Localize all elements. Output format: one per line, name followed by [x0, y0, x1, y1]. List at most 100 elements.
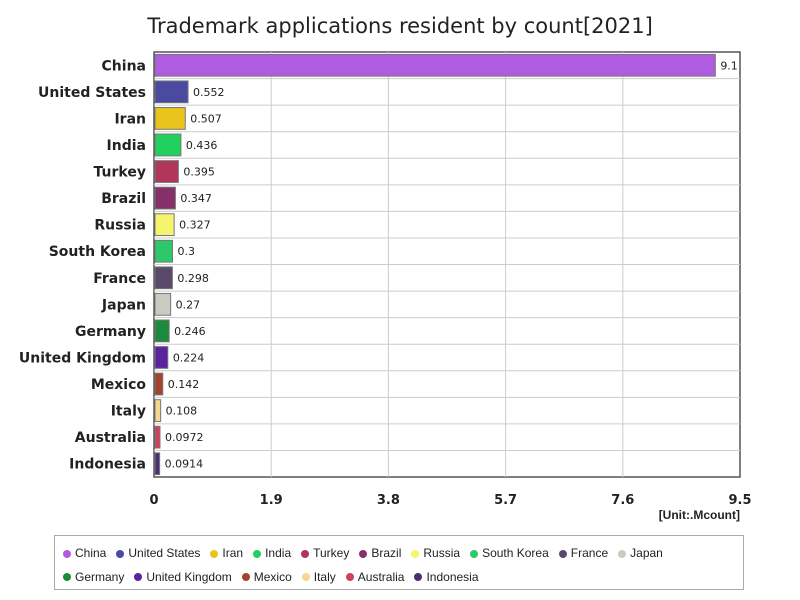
legend-item[interactable]: Indonesia: [414, 566, 479, 590]
value-label: 0.327: [179, 219, 211, 232]
legend-item[interactable]: Italy: [301, 566, 336, 590]
bar: [154, 53, 716, 77]
legend-label: United States: [128, 546, 201, 561]
legend-label: Turkey: [313, 546, 350, 561]
legend: China United States Iran India Turkey Brazil R…: [54, 535, 744, 590]
legend-label: Italy: [313, 569, 336, 584]
legend-label: Indonesia: [426, 569, 479, 584]
legend-item[interactable]: Turkey: [301, 542, 349, 566]
legend-label: Iran: [222, 546, 244, 561]
category-label: Germany: [75, 324, 146, 340]
category-label: South Korea: [49, 244, 146, 260]
value-label: 0.298: [177, 272, 209, 285]
bar: [154, 372, 164, 396]
value-label: 0.436: [186, 139, 218, 152]
bar: [154, 425, 161, 449]
legend-item[interactable]: South Korea: [470, 542, 549, 566]
legend-label: United Kingdom: [146, 569, 232, 584]
legend-swatch: [210, 549, 219, 558]
bar: [154, 399, 162, 422]
value-label: 0.224: [173, 351, 205, 364]
category-label: Mexico: [91, 377, 147, 393]
legend-label: China: [75, 546, 107, 561]
legend-swatch: [63, 573, 71, 582]
x-tick-label: 9.5: [728, 493, 751, 508]
category-label: France: [93, 271, 146, 287]
value-label: 0.552: [193, 86, 225, 99]
legend-label: Germany: [75, 569, 125, 584]
bar: [154, 160, 179, 183]
category-label: Japan: [101, 297, 146, 313]
legend-item[interactable]: Iran: [210, 542, 243, 566]
value-label: 0.0972: [165, 431, 204, 444]
value-label: 0.142: [168, 378, 200, 391]
legend-swatch: [241, 573, 250, 582]
legend-item[interactable]: India: [253, 542, 291, 566]
bar: [154, 213, 175, 237]
category-label: China: [102, 58, 146, 74]
legend-item[interactable]: Russia: [411, 542, 460, 566]
legend-swatch: [618, 549, 627, 558]
x-tick-label: 5.7: [494, 493, 517, 508]
legend-swatch: [470, 549, 479, 558]
bar: [154, 319, 170, 343]
legend-item[interactable]: France: [558, 542, 609, 566]
bar: [154, 346, 169, 369]
legend-label: Australia: [357, 569, 405, 584]
unit-label: [Unit:.Mcount]: [658, 508, 740, 522]
value-label: 0.27: [176, 298, 201, 311]
legend-item[interactable]: Japan: [618, 542, 663, 566]
legend-label: India: [265, 546, 292, 561]
category-label: United Kingdom: [19, 350, 146, 366]
bar: [154, 239, 174, 263]
legend-swatch: [411, 549, 420, 558]
legend-swatch: [253, 549, 262, 558]
value-label: 0.3: [178, 245, 196, 258]
category-label: Russia: [94, 218, 146, 234]
bar: [154, 452, 161, 476]
category-label: Italy: [111, 404, 146, 420]
grid-layer: [153, 51, 741, 478]
value-label: 0.0914: [165, 458, 204, 471]
value-label: 0.246: [174, 325, 206, 338]
legend-swatch: [359, 549, 368, 558]
value-label: 0.395: [183, 166, 215, 179]
category-label: Turkey: [94, 165, 146, 181]
legend-item[interactable]: Brazil: [359, 542, 401, 566]
legend-swatch: [116, 549, 125, 558]
value-label: 0.507: [190, 112, 222, 125]
legend-swatch: [558, 549, 567, 558]
category-label: United States: [38, 85, 146, 101]
category-label: Australia: [75, 430, 146, 446]
value-label: 0.108: [166, 405, 198, 418]
legend-item[interactable]: China: [63, 542, 106, 566]
legend-swatch: [301, 549, 310, 558]
bar: [154, 80, 189, 104]
legend-swatch: [414, 573, 423, 582]
category-label: India: [107, 138, 146, 154]
legend-item[interactable]: Mexico: [241, 566, 292, 590]
legend-item[interactable]: Australia: [345, 566, 405, 590]
legend-swatch: [134, 573, 143, 582]
legend-label: South Korea: [482, 546, 549, 561]
category-label: Iran: [114, 111, 146, 127]
x-tick-label: 7.6: [611, 493, 634, 508]
legend-label: France: [570, 546, 609, 561]
x-tick-label: 0: [149, 493, 158, 508]
category-label: Indonesia: [69, 457, 146, 473]
bar: [154, 292, 172, 316]
bar: [154, 186, 176, 210]
value-label: 0.347: [180, 192, 212, 205]
legend-swatch: [63, 549, 71, 558]
legend-item[interactable]: United Kingdom: [134, 566, 232, 590]
bar: [154, 133, 182, 157]
legend-item[interactable]: Germany: [63, 566, 124, 590]
bar-chart: 9.1 0.552 0.507 0.436 0.395 0.347 0.327 0.3 0.29…: [19, 51, 752, 508]
legend-item[interactable]: United States: [116, 542, 200, 566]
bar: [154, 107, 186, 130]
value-label: 9.1: [720, 59, 738, 72]
category-label: Brazil: [101, 191, 146, 207]
bar: [154, 266, 173, 290]
legend-label: Brazil: [371, 546, 402, 561]
legend-label: Japan: [630, 546, 663, 561]
